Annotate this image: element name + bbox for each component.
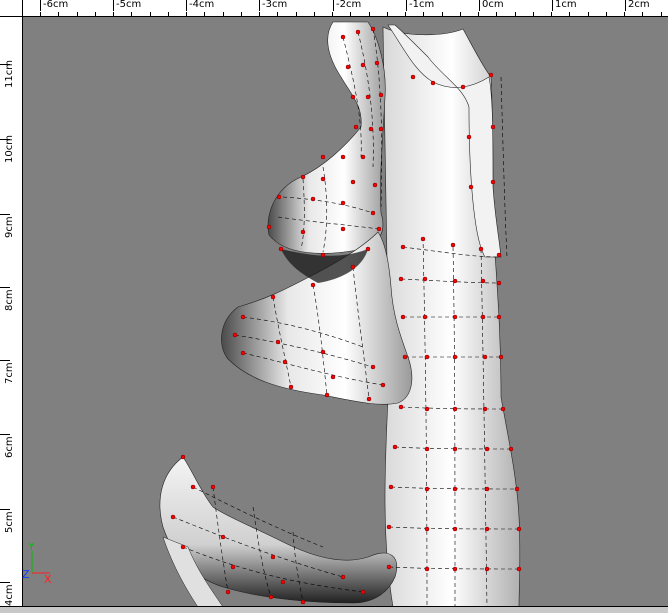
ruler-top-minor-tick [314,12,315,16]
y-axis-label: Y [27,543,35,553]
ruler-top-minor-tick [551,12,552,16]
ruler-left-tick [0,582,10,583]
ruler-top-minor-tick [277,12,278,16]
vertical-ruler: 11cm 10cm 9cm 8cm 7cm 6cm 5cm 4cm [0,16,23,607]
ruler-left-label: 10cm [4,135,15,163]
ruler-left-label: 5cm [4,511,15,533]
ruler-top-minor-tick [241,12,242,16]
ruler-top-minor-tick [515,12,516,16]
ruler-top-minor-tick [533,12,534,16]
ruler-top-minor-tick [296,12,297,16]
ruler-left-label: 9cm [4,216,15,238]
ruler-top-label: -1cm [409,0,435,10]
ruler-top-minor-tick [58,12,59,16]
ruler-left-label: 6cm [4,436,15,458]
ruler-top-label: 0cm [482,0,504,10]
ruler-top-minor-tick [569,12,570,16]
ruler-left-label: 7cm [4,362,15,384]
ruler-top-minor-tick [40,12,41,16]
viewport-bottom-bar [0,606,668,613]
ruler-top-minor-tick [624,12,625,16]
ruler-top-tick [113,0,114,11]
ruler-top-minor-tick [442,12,443,16]
model-canvas[interactable] [23,17,668,608]
ruler-top-tick [333,0,334,11]
ruler-left-label: 8cm [4,289,15,311]
ruler-top-tick [186,0,187,11]
ruler-top-tick [552,0,553,11]
ruler-top-minor-tick [259,12,260,16]
ruler-top-label: 2cm [628,0,650,10]
ruler-top-minor-tick [496,12,497,16]
ruler-left-label: 4cm [4,584,15,606]
ruler-top-label: -3cm [262,0,288,10]
x-axis-label: X [44,573,52,585]
ruler-top-label: -6cm [43,0,69,10]
ruler-top-minor-tick [95,12,96,16]
ruler-top-minor-tick [113,12,114,16]
ruler-top-minor-tick [204,12,205,16]
ruler-top-minor-tick [223,12,224,16]
ruler-left-tick [0,214,10,215]
ruler-top-minor-tick [131,12,132,16]
ruler-top-minor-tick [332,12,333,16]
ruler-top-minor-tick [387,12,388,16]
ruler-top-minor-tick [606,12,607,16]
ruler-corner [0,0,23,17]
ruler-top-minor-tick [350,12,351,16]
ruler-left-tick [0,287,10,288]
ruler-top-tick [625,0,626,11]
ruler-top-minor-tick [186,12,187,16]
ruler-left-label: 11cm [4,60,15,88]
ruler-top-minor-tick [460,12,461,16]
ruler-top-minor-tick [369,12,370,16]
ruler-top-minor-tick [168,12,169,16]
ruler-top-minor-tick [661,12,662,16]
ruler-top-minor-tick [423,12,424,16]
ruler-top-label: 1cm [555,0,577,10]
ruler-top-minor-tick [478,12,479,16]
horizontal-ruler: -6cm -5cm -4cm -3cm -2cm -1cm 0cm 1cm 2cm [0,0,668,17]
ruler-top-tick [259,0,260,11]
ruler-left-tick [0,434,10,435]
ruler-top-minor-tick [642,12,643,16]
ruler-top-tick [406,0,407,11]
ruler-top-tick [40,0,41,11]
ruler-top-minor-tick [150,12,151,16]
ruler-top-minor-tick [77,12,78,16]
ruler-top-tick [479,0,480,11]
ruler-top-minor-tick [405,12,406,16]
ruler-top-label: -5cm [116,0,142,10]
ruler-top-minor-tick [588,12,589,16]
ruler-top-label: -2cm [336,0,362,10]
z-axis-label: Z [22,568,30,581]
3d-viewport[interactable]: -6cm -5cm -4cm -3cm -2cm -1cm 0cm 1cm 2cm 11cm 10… [0,0,668,613]
ruler-left-tick [0,360,10,361]
ruler-top-label: -4cm [189,0,215,10]
axis-gizmo: Y Z X [22,540,62,586]
surface-model[interactable] [23,17,668,608]
ruler-left-tick [0,509,10,510]
